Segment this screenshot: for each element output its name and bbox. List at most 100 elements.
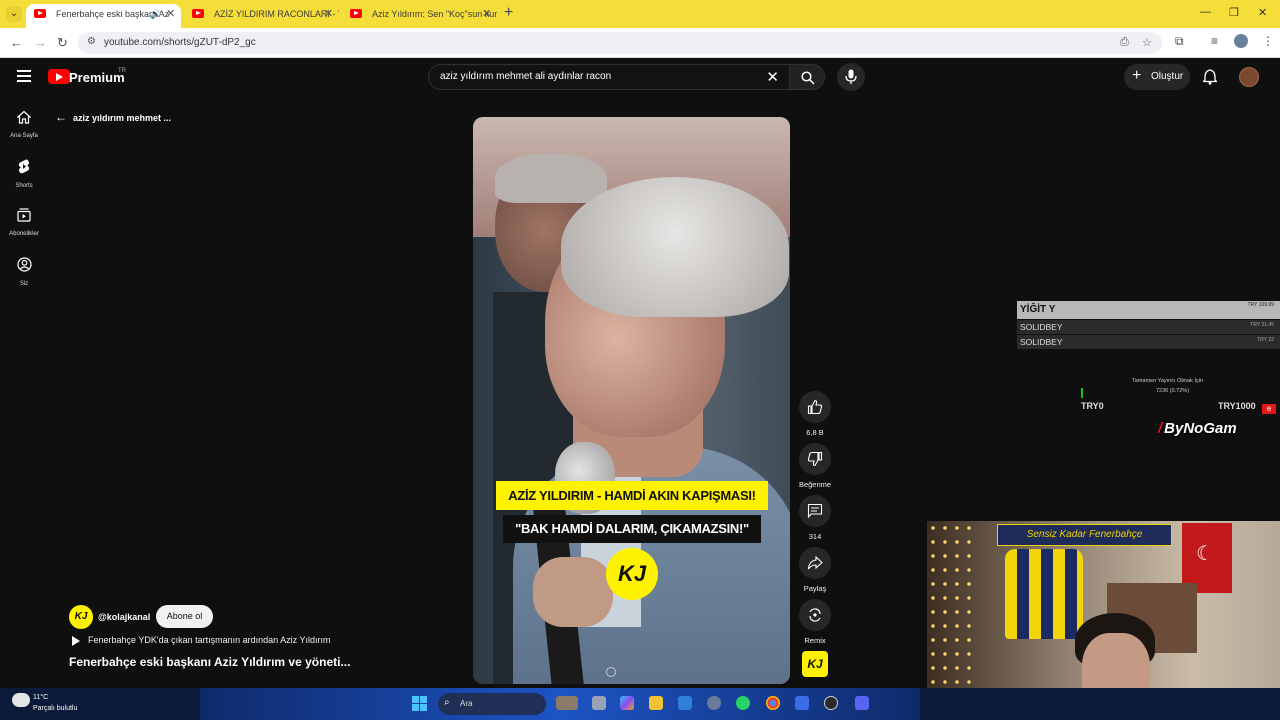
taskbar-search-box[interactable]: ⌕ Ara [438,693,546,715]
search-button[interactable] [789,64,825,90]
microsoft-store-icon[interactable] [678,696,692,710]
guide-item-shorts[interactable]: Shorts [0,159,48,189]
obs-icon[interactable] [824,696,838,710]
playback-indicator [606,667,616,677]
tab-2[interactable]: AZİZ YILDIRIM RACONLARI - Yo ✕ [184,4,339,28]
remix-action[interactable]: Remix [796,599,834,645]
search-input[interactable]: aziz yıldırım mehmet ali aydınlar racon … [428,64,790,90]
thumbs-down-icon [807,451,823,467]
restore-icon[interactable]: ❐ [1229,6,1239,19]
tab-3[interactable]: Aziz Yıldırım: Sen "Koç"sun kur ✕ [342,4,497,28]
taskbar-widget-icon[interactable] [556,696,578,710]
video-description[interactable]: Fenerbahçe YDK'da çıkan tartışmanın ardı… [72,635,331,646]
windows-start-icon[interactable] [412,696,427,711]
discord-icon[interactable] [855,696,869,710]
notifications-bell-icon[interactable] [1203,69,1217,85]
you-icon [16,257,32,272]
weather-cloud-icon[interactable] [12,693,30,707]
donation-row: SOLIDBEY TRY 21.45 [1017,320,1280,334]
install-app-icon[interactable]: ⎙ [1120,36,1129,49]
shorts-icon [18,159,30,174]
share-action[interactable]: Paylaş [796,547,834,593]
back-label: aziz yıldırım mehmet ... [73,113,172,123]
settings-gear-icon[interactable] [707,696,721,710]
back-to-search-link[interactable]: ← aziz yıldırım mehmet ... [55,110,171,124]
remix-button[interactable] [799,599,831,631]
youtube-favicon-icon [34,9,46,18]
guide-item-you[interactable]: Siz [0,257,48,287]
like-count: 6,8 B [806,428,824,437]
whatsapp-icon[interactable] [736,696,750,710]
guide-item-home[interactable]: Ana Sayfa [0,110,48,139]
screen: ⌄ Fenerbahçe eski başkanı Az 🔊 ✕ AZİZ YI… [0,0,1280,720]
subscribe-button[interactable]: Abone ol [156,605,213,628]
goal-progress-fill [1081,388,1083,398]
video-title[interactable]: Fenerbahçe eski başkanı Aziz Yıldırım ve… [69,655,350,669]
site-info-icon[interactable]: ⚙ [87,36,96,47]
weather-temperature[interactable]: 11°C [33,694,48,701]
browser-menu-icon[interactable]: ⋮ [1262,34,1274,48]
comments-action[interactable]: 314 [796,495,834,541]
comments-button[interactable] [799,495,831,527]
close-window-icon[interactable]: ✕ [1258,6,1267,19]
copilot-icon[interactable] [620,696,634,710]
menu-icon[interactable] [17,70,31,82]
like-button[interactable] [799,391,831,423]
address-bar[interactable]: ⚙ youtube.com/shorts/gZUT-dP2_gc ⎙ ☆ [78,32,1162,54]
account-avatar[interactable] [1239,67,1259,87]
chrome-icon[interactable] [766,696,780,710]
speaker-icon[interactable]: 🔊 [150,4,161,24]
streamer-brand-logo: / ByNoGam [1158,420,1237,437]
forward-icon[interactable]: → [34,35,47,50]
bookmark-star-icon[interactable]: ☆ [1142,36,1152,49]
tab-search-icon[interactable]: ⌄ [6,6,22,22]
back-icon[interactable]: ← [10,35,23,50]
sound-channel-logo[interactable]: KJ [802,651,828,677]
file-explorer-icon[interactable] [649,696,663,710]
minimize-icon[interactable]: — [1200,6,1211,18]
browser-profile-avatar[interactable] [1234,34,1248,48]
like-action[interactable]: 6,8 B [796,391,834,437]
microphone-icon [845,69,857,84]
youtube-favicon-icon [350,9,362,18]
create-button[interactable]: + Oluştur [1124,64,1190,90]
tab-1[interactable]: Fenerbahçe eski başkanı Az 🔊 ✕ [26,4,181,28]
clear-search-icon[interactable]: ✕ [766,68,779,86]
dislike-action[interactable]: Beğenme [796,443,834,489]
share-button[interactable] [799,547,831,579]
play-icon [72,635,80,646]
dislike-button[interactable] [799,443,831,475]
reading-list-icon[interactable]: ≡ [1211,34,1218,48]
guide-item-subscriptions[interactable]: Abonelikler [0,208,48,237]
channel-avatar[interactable]: KJ [69,605,93,629]
plus-icon: + [1132,67,1142,84]
voice-search-button[interactable] [837,63,865,91]
search-icon: ⌕ [444,697,450,708]
tab-close-icon[interactable]: ✕ [166,4,175,24]
task-view-icon[interactable] [592,696,606,710]
youtube-header: Premium TR aziz yıldırım mehmet ali aydı… [0,58,1280,96]
extensions-icon[interactable]: ⧉ [1175,34,1184,49]
shorts-video-player[interactable]: AZİZ YILDIRIM - HAMDİ AKIN KAPIŞMASI! "B… [473,117,790,684]
description-text: Fenerbahçe YDK'da çıkan tartışmanın ardı… [88,635,331,645]
weather-condition[interactable]: Parçalı bulutlu [33,705,77,712]
search-query: aziz yıldırım mehmet ali aydınlar racon [440,71,612,82]
app-icon[interactable] [795,696,809,710]
video-caption-headline: AZİZ YILDIRIM - HAMDİ AKIN KAPIŞMASI! [496,481,768,510]
back-arrow-icon: ← [55,110,67,124]
logo-text[interactable]: Premium [69,70,125,85]
tab-close-icon[interactable]: ✕ [324,4,333,24]
browser-tab-strip: ⌄ Fenerbahçe eski başkanı Az 🔊 ✕ AZİZ YI… [0,0,1280,28]
reload-icon[interactable]: ↻ [57,35,68,51]
channel-name[interactable]: @kolajkanal [98,612,150,622]
tab-close-icon[interactable]: ✕ [482,4,491,24]
new-tab-button[interactable]: + [504,4,513,22]
share-icon [807,555,823,570]
guide-label: Abonelikler [9,231,39,237]
windows-taskbar: 11°C Parçalı bulutlu ⌕ Ara [0,688,1280,720]
youtube-logo-icon[interactable] [48,69,70,84]
youtube-favicon-icon [192,9,204,18]
video-watermark-logo: KJ [606,548,658,600]
tab-title: AZİZ YILDIRIM RACONLARI - Yo [214,9,339,19]
fenerbahce-jersey [1005,549,1083,639]
